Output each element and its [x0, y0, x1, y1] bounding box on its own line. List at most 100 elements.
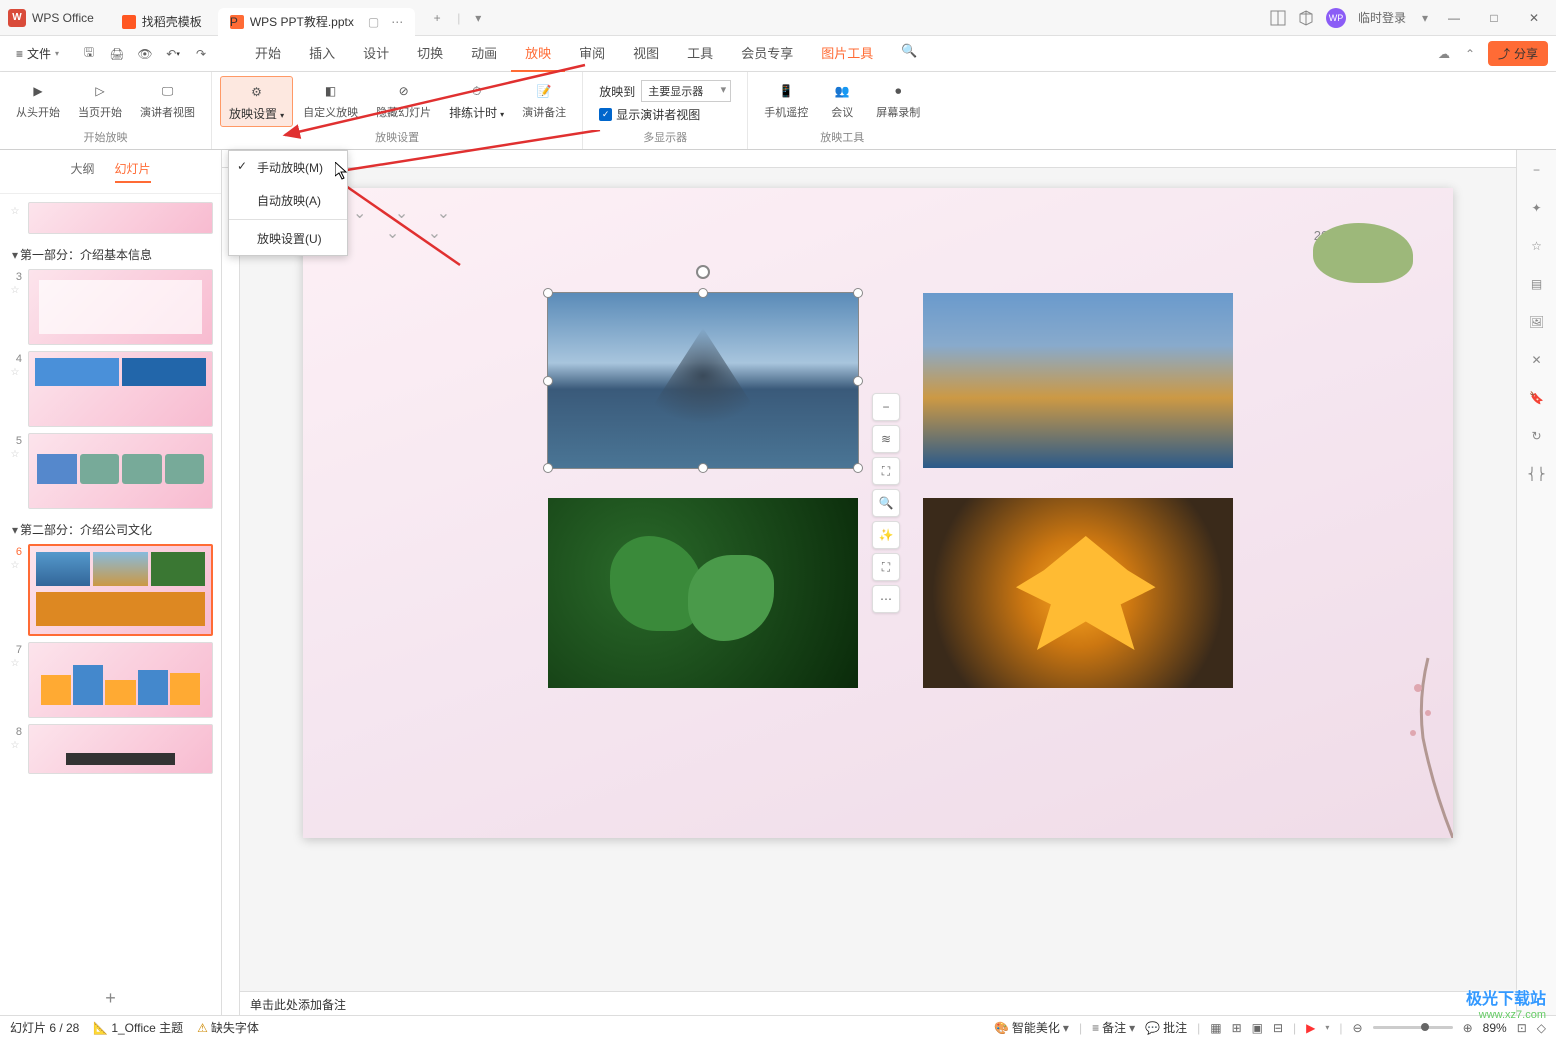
expand-icon[interactable]: ◇: [1537, 1021, 1546, 1035]
crop-icon[interactable]: ⛶: [872, 457, 900, 485]
undo-icon[interactable]: ↶▾: [163, 44, 183, 64]
slide-image[interactable]: [548, 498, 858, 688]
normal-view-icon[interactable]: ▦: [1210, 1021, 1221, 1035]
show-settings-button[interactable]: ⚙放映设置 ▾: [220, 76, 293, 127]
smart-beautify-button[interactable]: 🎨 智能美化 ▾: [994, 1019, 1069, 1036]
hide-slide-button[interactable]: ⊘隐藏幻灯片: [368, 76, 439, 127]
meeting-button[interactable]: 👥会议: [818, 76, 866, 124]
add-slide-button[interactable]: +: [0, 978, 221, 1019]
tab-menu-icon[interactable]: ▢: [368, 15, 379, 29]
preview-icon[interactable]: 👁: [135, 44, 155, 64]
file-menu[interactable]: ≡ 文件 ▾: [8, 41, 67, 66]
close-button[interactable]: ✕: [1520, 4, 1548, 32]
slide-image-selected[interactable]: − ≋ ⛶ 🔍 ✨ ⛶ ⋯: [548, 293, 858, 468]
resize-handle[interactable]: [543, 463, 553, 473]
play-button[interactable]: ▶: [1306, 1021, 1315, 1035]
add-tab-button[interactable]: +: [425, 6, 449, 30]
reading-view-icon[interactable]: ▣: [1252, 1021, 1263, 1035]
tools-icon[interactable]: ✕: [1527, 350, 1547, 370]
zoom-level[interactable]: 89%: [1483, 1021, 1507, 1035]
presenter-checkbox[interactable]: ✓: [599, 108, 612, 121]
star-icon[interactable]: ☆: [1527, 236, 1547, 256]
resize-handle[interactable]: [698, 463, 708, 473]
tab-insert[interactable]: 插入: [295, 35, 349, 72]
search-icon[interactable]: 🔍: [887, 35, 931, 72]
slide-thumb[interactable]: 4☆: [8, 351, 213, 427]
tab-template[interactable]: 找稻壳模板: [110, 8, 214, 36]
slide-thumb[interactable]: 8☆: [8, 724, 213, 774]
from-current-button[interactable]: ▷当页开始: [70, 76, 130, 124]
speaker-notes-button[interactable]: 📝演讲备注: [514, 76, 574, 127]
from-beginning-button[interactable]: ▶从头开始: [8, 76, 68, 124]
zoom-icon[interactable]: 🔍: [872, 489, 900, 517]
zoom-in-icon[interactable]: ⊕: [1463, 1021, 1473, 1035]
auto-show-item[interactable]: 自动放映(A): [229, 184, 347, 217]
rehearse-button[interactable]: ⏱排练计时 ▾: [441, 76, 512, 127]
user-avatar[interactable]: WP: [1326, 8, 1346, 28]
resize-handle[interactable]: [853, 376, 863, 386]
fit-icon[interactable]: ⊡: [1517, 1021, 1527, 1035]
slide-image[interactable]: [923, 498, 1233, 688]
refresh-icon[interactable]: ↻: [1527, 426, 1547, 446]
redo-icon[interactable]: ↷: [191, 44, 211, 64]
sparkle-icon[interactable]: ✦: [1527, 198, 1547, 218]
bracket-icon[interactable]: ⎨⎬: [1527, 464, 1547, 484]
custom-show-button[interactable]: ◧自定义放映: [295, 76, 366, 127]
tab-design[interactable]: 设计: [349, 35, 403, 72]
print-icon[interactable]: 🖨: [107, 44, 127, 64]
maximize-button[interactable]: □: [1480, 4, 1508, 32]
cube-icon[interactable]: [1298, 10, 1314, 26]
slide-thumb[interactable]: ☆: [8, 202, 213, 234]
image-icon[interactable]: 🖼: [1527, 312, 1547, 332]
notes-button[interactable]: ≡ 备注 ▾: [1092, 1019, 1135, 1036]
expand-icon[interactable]: ⛶: [872, 553, 900, 581]
slides-tab[interactable]: 幻灯片: [115, 160, 151, 183]
slide-canvas[interactable]: ⌄ ⌄ ⌄ ⌄ ⌄ 2023-8-30 −: [303, 188, 1453, 838]
tab-start[interactable]: 开始: [241, 35, 295, 72]
comment-button[interactable]: 💬 批注: [1145, 1019, 1187, 1036]
tab-picture-tools[interactable]: 图片工具: [807, 35, 887, 72]
slides-list[interactable]: ☆ ▾ 第一部分：介绍基本信息 3☆ 4☆ 5☆ ▾ 第二部分：介绍公司文化 6…: [0, 194, 221, 978]
more-icon[interactable]: ⋯: [872, 585, 900, 613]
outline-tab[interactable]: 大纲: [70, 160, 94, 183]
layers-icon[interactable]: ≋: [872, 425, 900, 453]
mobile-remote-button[interactable]: 📱手机遥控: [756, 76, 816, 124]
record-button[interactable]: ⏺屏幕录制: [868, 76, 928, 124]
minimize-button[interactable]: —: [1440, 4, 1468, 32]
remove-icon[interactable]: −: [872, 393, 900, 421]
slide-thumb[interactable]: 3☆: [8, 269, 213, 345]
monitor-select[interactable]: 主要显示器: [641, 80, 731, 102]
collapse-icon[interactable]: ⌃: [1462, 46, 1478, 62]
grid-view-icon[interactable]: ⊟: [1273, 1021, 1283, 1035]
tab-transition[interactable]: 切换: [403, 35, 457, 72]
theme-indicator[interactable]: 📐 1_Office 主题: [93, 1019, 183, 1036]
template-icon[interactable]: ▤: [1527, 274, 1547, 294]
close-icon[interactable]: ⋯: [391, 15, 403, 29]
login-status[interactable]: 临时登录: [1358, 9, 1406, 26]
tab-review[interactable]: 审阅: [565, 35, 619, 72]
section-header[interactable]: ▾ 第一部分：介绍基本信息: [8, 240, 213, 269]
tab-slideshow[interactable]: 放映: [511, 35, 565, 72]
resize-handle[interactable]: [543, 288, 553, 298]
show-settings-item[interactable]: 放映设置(U): [229, 222, 347, 255]
sorter-view-icon[interactable]: ⊞: [1232, 1021, 1242, 1035]
share-button[interactable]: ⤴ 分享: [1488, 41, 1548, 66]
font-warning[interactable]: ⚠ 缺失字体: [197, 1019, 259, 1036]
section-header[interactable]: ▾ 第二部分：介绍公司文化: [8, 515, 213, 544]
slide-thumb[interactable]: 7☆: [8, 642, 213, 718]
slide-image[interactable]: [923, 293, 1233, 468]
zoom-slider[interactable]: [1373, 1026, 1453, 1029]
resize-handle[interactable]: [543, 376, 553, 386]
resize-handle[interactable]: [853, 288, 863, 298]
save-icon[interactable]: 🖫: [79, 44, 99, 64]
tab-view[interactable]: 视图: [619, 35, 673, 72]
tab-tools[interactable]: 工具: [673, 35, 727, 72]
magic-icon[interactable]: ✨: [872, 521, 900, 549]
bookmark-icon[interactable]: 🔖: [1527, 388, 1547, 408]
tab-member[interactable]: 会员专享: [727, 35, 807, 72]
tab-menu-button[interactable]: ▾: [466, 6, 490, 30]
tab-document[interactable]: P WPS PPT教程.pptx ▢ ⋯: [218, 8, 415, 36]
canvas-scroll[interactable]: ⌄ ⌄ ⌄ ⌄ ⌄ 2023-8-30 −: [240, 168, 1516, 991]
cloud-icon[interactable]: ☁: [1436, 46, 1452, 62]
manual-show-item[interactable]: ✓ 手动放映(M): [229, 151, 347, 184]
